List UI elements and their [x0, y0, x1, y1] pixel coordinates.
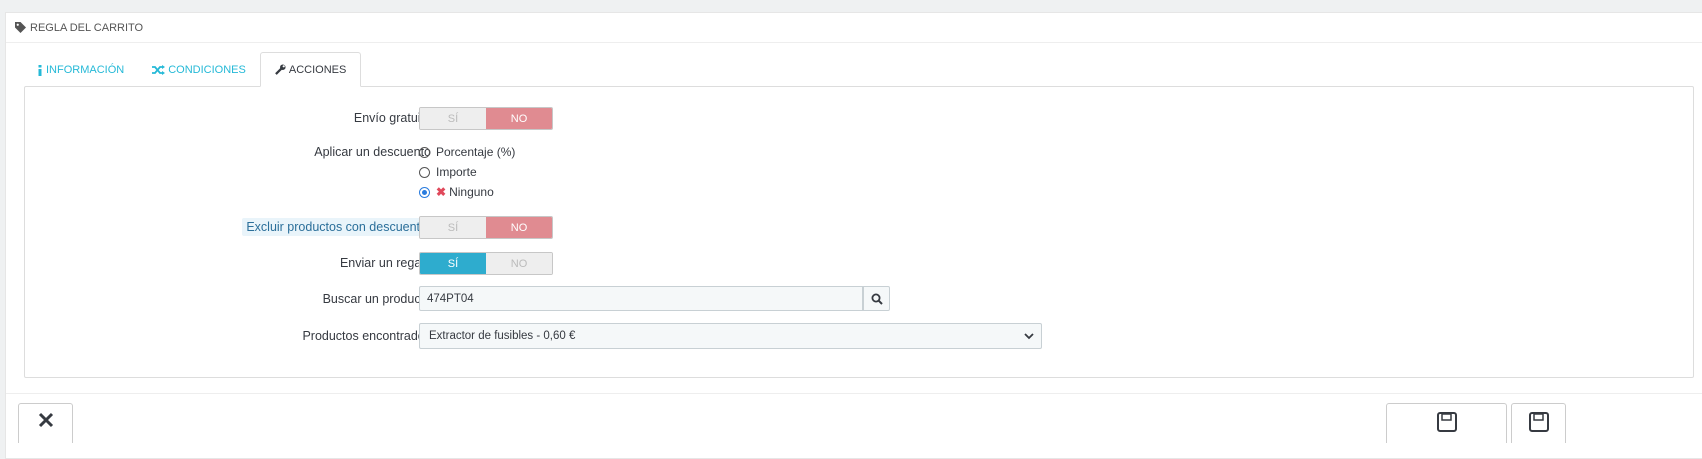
- tab-label: CONDICIONES: [168, 64, 246, 76]
- wrench-icon: [274, 64, 286, 75]
- tag-icon: [15, 22, 26, 33]
- save-and-stay-button[interactable]: [1511, 403, 1566, 443]
- cancel-button[interactable]: [18, 403, 73, 443]
- radio-circle-checked[interactable]: [419, 186, 430, 198]
- radio-percentage[interactable]: Porcentaje (%): [419, 145, 515, 159]
- radio-circle[interactable]: [419, 166, 430, 178]
- product-search-input[interactable]: 474PT04: [419, 286, 863, 311]
- switch-yes[interactable]: SÍ: [420, 253, 486, 274]
- radio-label: Porcentaje (%): [436, 145, 516, 159]
- switch-no[interactable]: NO: [486, 108, 552, 129]
- send-gift-switch[interactable]: SÍ NO: [419, 252, 553, 275]
- search-icon: [871, 293, 883, 305]
- radio-circle[interactable]: [419, 146, 430, 158]
- product-search-label: Buscar un producto: [322, 292, 431, 306]
- radio-label: Importe: [436, 165, 477, 179]
- switch-no[interactable]: NO: [486, 217, 552, 238]
- tab-label: ACCIONES: [288, 63, 347, 76]
- tab-informacion[interactable]: INFORMACIÓN: [23, 53, 138, 87]
- search-button[interactable]: [863, 286, 890, 311]
- info-icon: [38, 64, 42, 76]
- found-products-label: Productos encontrados: [302, 329, 431, 343]
- close-icon: ✖: [436, 185, 447, 199]
- switch-no[interactable]: NO: [486, 253, 552, 274]
- radio-label: Ninguno: [449, 185, 494, 199]
- tab-bar: INFORMACIÓN CONDICIONES ACCIONES: [23, 52, 362, 87]
- discount-label: Aplicar un descuento: [314, 145, 431, 159]
- footer-divider: [6, 393, 1702, 394]
- tab-label: INFORMACIÓN: [46, 64, 125, 76]
- save-button[interactable]: [1386, 403, 1507, 443]
- found-products-select[interactable]: Extractor de fusibles - 0,60 €: [419, 323, 1042, 349]
- close-icon: [38, 412, 53, 428]
- radio-amount[interactable]: Importe: [419, 165, 477, 179]
- tab-acciones[interactable]: ACCIONES: [259, 52, 362, 87]
- select-value: Extractor de fusibles - 0,60 €: [429, 330, 576, 342]
- tab-condiciones[interactable]: CONDICIONES: [138, 53, 260, 87]
- save-icon: [1528, 412, 1549, 432]
- panel-title: REGLA DEL CARRITO: [30, 21, 144, 34]
- switch-yes[interactable]: SÍ: [420, 217, 486, 238]
- switch-yes[interactable]: SÍ: [420, 108, 486, 129]
- free-shipping-switch[interactable]: SÍ NO: [419, 107, 553, 130]
- random-icon: [152, 65, 166, 75]
- radio-none[interactable]: ✖ Ninguno: [419, 185, 494, 199]
- send-gift-label: Enviar un regalo: [339, 256, 431, 270]
- cart-rule-panel: REGLA DEL CARRITO INFORMACIÓN CONDICIONE…: [5, 12, 1702, 459]
- chevron-down-icon: [1024, 333, 1034, 340]
- exclude-discounted-switch[interactable]: SÍ NO: [419, 216, 553, 239]
- save-icon: [1436, 412, 1457, 432]
- exclude-discounted-label[interactable]: Excluir productos con descuento: [242, 218, 431, 236]
- actions-form: Envío gratuito SÍ NO Aplicar un descuent…: [24, 86, 1694, 378]
- panel-heading: REGLA DEL CARRITO: [6, 13, 1702, 43]
